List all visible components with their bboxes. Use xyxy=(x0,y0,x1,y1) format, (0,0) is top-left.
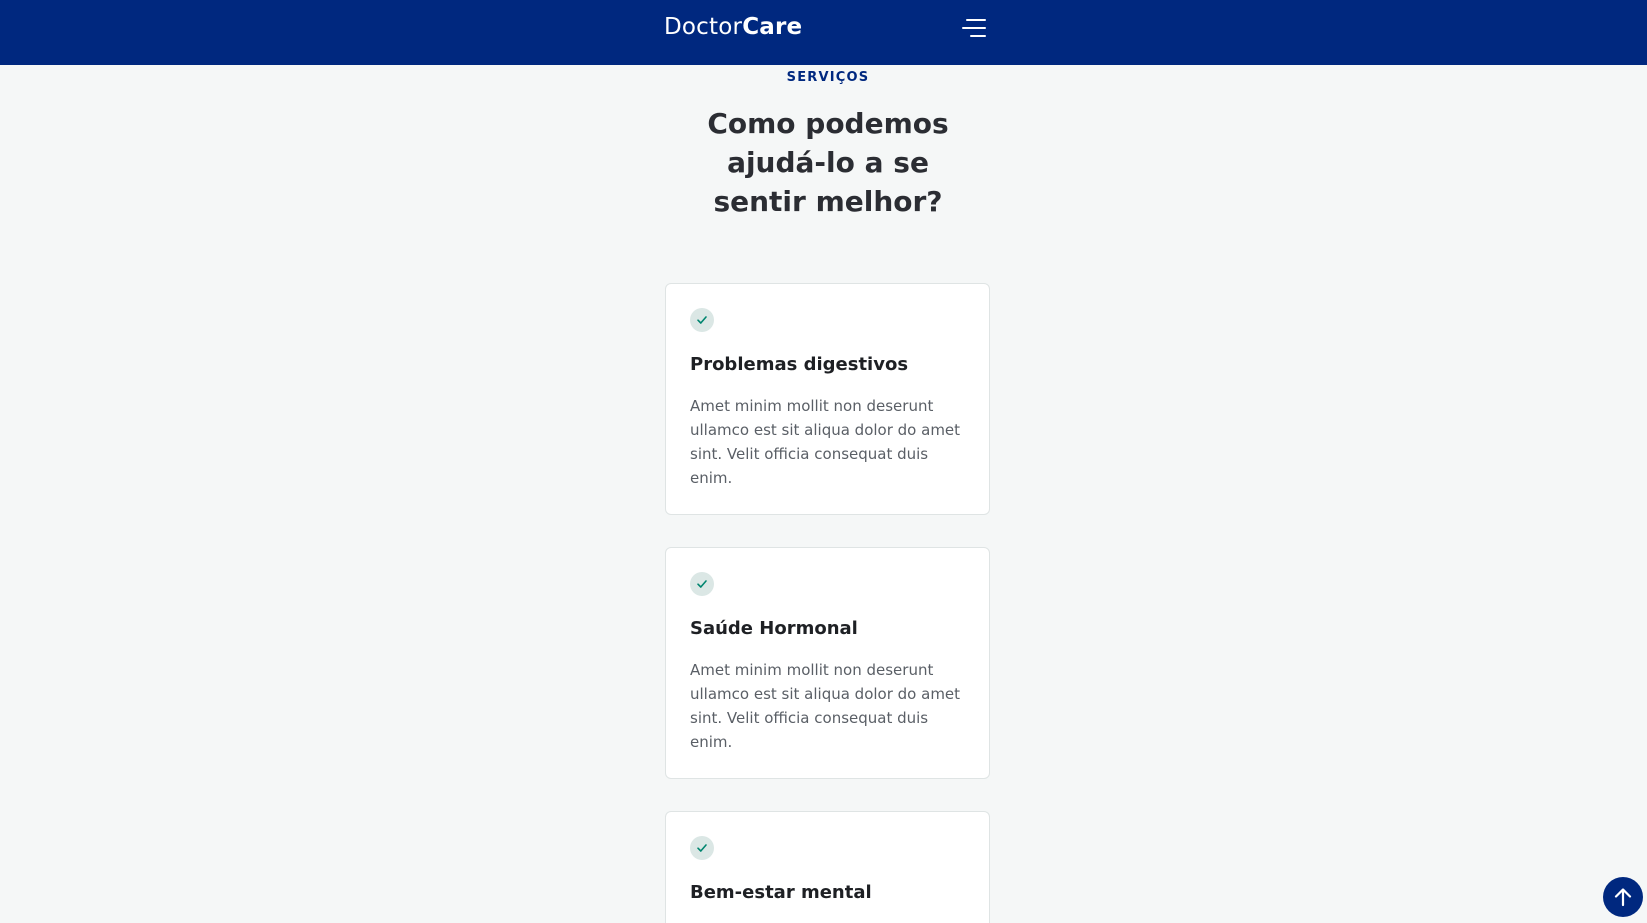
service-card-title: Problemas digestivos xyxy=(690,354,909,375)
arrow-up-icon xyxy=(1614,888,1632,907)
service-card-text: Amet minim mollit non deserunt ullamco e… xyxy=(690,397,961,487)
section-kicker: SERVIÇOS xyxy=(786,70,870,85)
service-card-text: Amet minim mollit non deserunt ullamco e… xyxy=(690,661,961,751)
service-card-digestive: Problemas digestivos Amet minim mollit n… xyxy=(665,283,990,515)
top-navigation-bar: DoctorCare xyxy=(0,0,1647,65)
service-card-mental: Bem-estar mental xyxy=(665,811,990,923)
service-card-title: Bem-estar mental xyxy=(690,882,872,903)
open-menu-button[interactable] xyxy=(960,14,990,42)
section-title: Como podemos ajudá-lo a se sentir melhor… xyxy=(707,107,949,218)
service-card-title: Saúde Hormonal xyxy=(690,618,858,639)
back-to-top-button[interactable] xyxy=(1603,877,1643,917)
logo-text-doctor: Doctor xyxy=(664,14,743,40)
logo-text-care: Care xyxy=(742,14,803,40)
doctorcare-logo[interactable]: DoctorCare xyxy=(664,13,802,41)
check-icon xyxy=(690,836,714,860)
check-icon xyxy=(690,572,714,596)
check-icon xyxy=(690,308,714,332)
service-card-hormonal: Saúde Hormonal Amet minim mollit non des… xyxy=(665,547,990,779)
